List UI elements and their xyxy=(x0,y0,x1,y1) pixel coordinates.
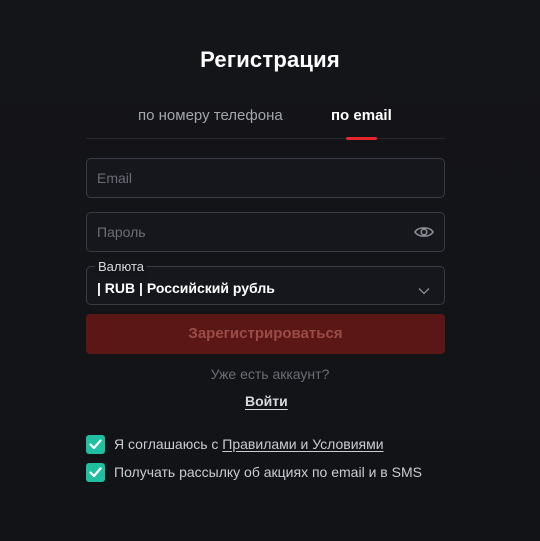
terms-agreement-row: Я соглашаюсь с Правилами и Условиями xyxy=(86,434,384,454)
tab-email[interactable]: по email xyxy=(331,107,392,124)
currency-label: Валюта xyxy=(95,259,147,275)
chevron-down-icon[interactable] xyxy=(418,282,430,295)
eye-icon[interactable] xyxy=(414,224,434,240)
email-field-wrapper xyxy=(86,158,445,198)
currency-select[interactable]: Валюта | RUB | Российский рубль xyxy=(86,259,445,305)
registration-panel: Регистрация по номеру телефона по email … xyxy=(0,0,540,541)
page-title: Регистрация xyxy=(200,47,340,72)
password-input[interactable] xyxy=(87,213,444,251)
email-input[interactable] xyxy=(87,159,444,197)
terms-link[interactable]: Правилами и Условиями xyxy=(222,436,383,452)
registration-method-tabs: по номеру телефона по email xyxy=(86,107,445,140)
active-tab-indicator xyxy=(346,137,377,140)
check-icon xyxy=(89,438,102,449)
tab-phone[interactable]: по номеру телефона xyxy=(138,107,283,124)
have-account-text: Уже есть аккаунт? xyxy=(210,366,330,382)
register-button[interactable]: Зарегистрироваться xyxy=(86,314,445,354)
terms-checkbox[interactable] xyxy=(86,434,105,454)
check-icon xyxy=(89,466,102,477)
newsletter-label: Получать рассылку об акциях по email и в… xyxy=(114,464,422,480)
password-field-wrapper xyxy=(86,212,445,252)
newsletter-agreement-row: Получать рассылку об акциях по email и в… xyxy=(86,462,422,482)
currency-selected-value: | RUB | Российский рубль xyxy=(97,280,275,296)
login-link[interactable]: Войти xyxy=(245,393,288,409)
terms-label: Я соглашаюсь с Правилами и Условиями xyxy=(114,436,384,452)
newsletter-checkbox[interactable] xyxy=(86,462,105,482)
terms-text-prefix: Я соглашаюсь с xyxy=(114,436,223,452)
